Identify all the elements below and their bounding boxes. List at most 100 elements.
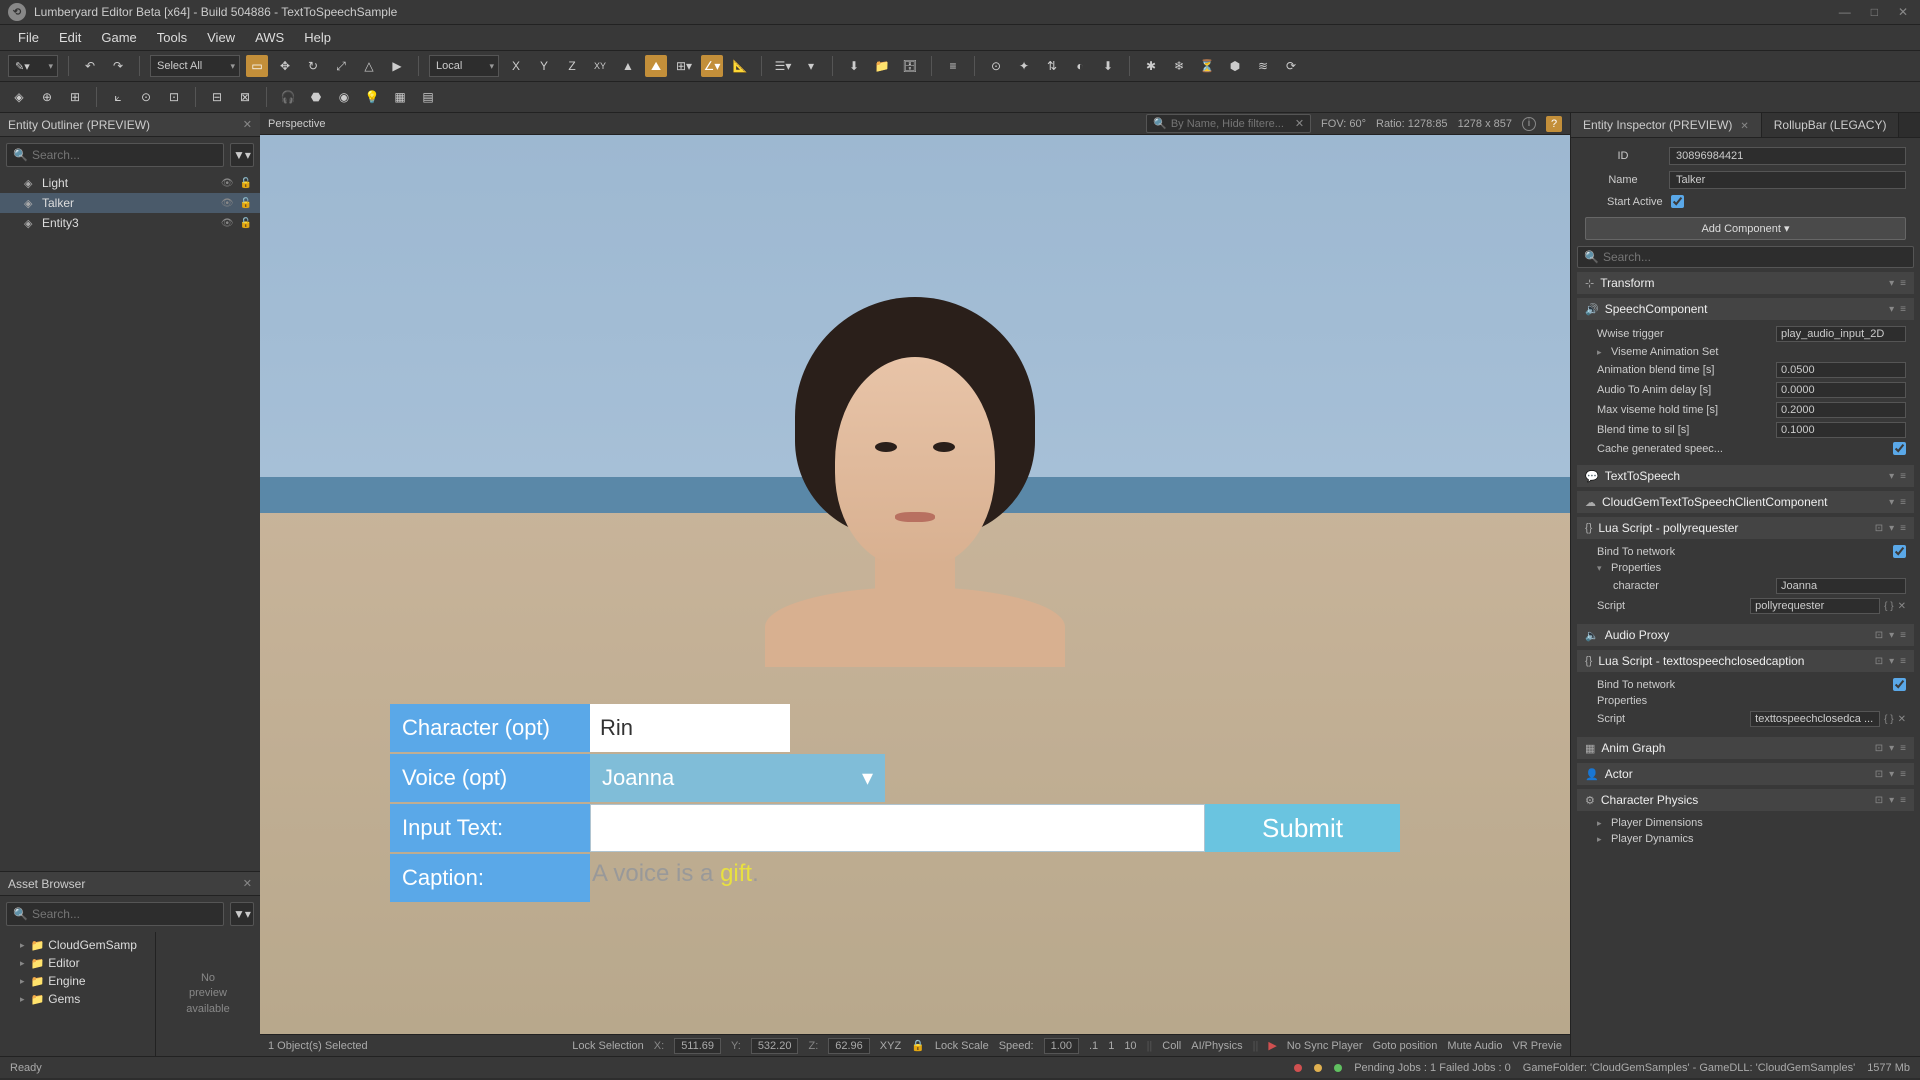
lua-character-field[interactable] (1776, 578, 1906, 594)
component-audio-proxy[interactable]: 🔈Audio Proxy⊡▾≡ (1577, 624, 1914, 646)
vr-preview[interactable]: VR Previe (1512, 1040, 1562, 1052)
tts-voice-select[interactable]: Joanna (590, 754, 885, 802)
lua-script-field[interactable] (1750, 711, 1880, 727)
asset-folder[interactable]: 📁Gems (4, 990, 151, 1008)
close-icon[interactable]: ✕ (1740, 121, 1748, 132)
tool-k[interactable]: ⟳ (1280, 55, 1302, 77)
speed-preset[interactable]: 10 (1124, 1040, 1136, 1052)
clear-icon[interactable]: ✕ (1898, 714, 1906, 725)
layers-icon[interactable]: ≡ (942, 55, 964, 77)
coord-z[interactable]: 62.96 (828, 1038, 870, 1054)
terrain-tool[interactable]: ▲ (617, 55, 639, 77)
coll-toggle[interactable]: Coll (1162, 1040, 1181, 1052)
tb2-g[interactable]: ⊟ (206, 86, 228, 108)
tb2-b[interactable]: ⊕ (36, 86, 58, 108)
tts-input-text[interactable] (590, 804, 1205, 852)
coord-space-dropdown[interactable]: Local (429, 55, 499, 77)
tool-a[interactable]: ⊙ (985, 55, 1007, 77)
rotate-tool[interactable]: ↻ (302, 55, 324, 77)
speed-preset[interactable]: 1 (1108, 1040, 1114, 1052)
component-speech[interactable]: 🔊SpeechComponent▾≡ (1577, 298, 1914, 320)
clear-search-icon[interactable]: ✕ (1295, 117, 1304, 130)
select-all-dropdown[interactable]: Select All (150, 55, 240, 77)
blend-sil-field[interactable] (1776, 422, 1906, 438)
info-icon[interactable]: i (1522, 117, 1536, 131)
scale-tool[interactable]: ⤢ (330, 55, 352, 77)
archive-button[interactable]: 🗄 (899, 55, 921, 77)
tool-g[interactable]: ❄ (1168, 55, 1190, 77)
play-button[interactable]: ▶ (386, 55, 408, 77)
layer-select[interactable]: ✎▾ (8, 55, 58, 77)
tool-d[interactable]: ◐ (1069, 55, 1091, 77)
goto-position[interactable]: Goto position (1373, 1040, 1438, 1052)
tb2-j[interactable]: ⬣ (305, 86, 327, 108)
component-transform[interactable]: ⊹Transform▾≡ (1577, 272, 1914, 294)
max-hold-field[interactable] (1776, 402, 1906, 418)
tts-submit-button[interactable]: Submit (1205, 804, 1400, 852)
aiphysics-toggle[interactable]: AI/Physics (1191, 1040, 1242, 1052)
coord-y[interactable]: 532.20 (751, 1038, 799, 1054)
viewport-label[interactable]: Perspective (268, 118, 325, 130)
asset-search-input[interactable] (32, 907, 217, 921)
xyz-toggle[interactable]: XYZ (880, 1040, 901, 1052)
angle-snap-button[interactable]: ∠▾ (701, 55, 723, 77)
axis-z-button[interactable]: Z (561, 55, 583, 77)
maximize-button[interactable]: □ (1867, 5, 1882, 19)
inspector-search-input[interactable] (1603, 250, 1907, 264)
redo-button[interactable]: ↷ (107, 55, 129, 77)
status-dot-ok[interactable] (1334, 1064, 1342, 1072)
id-field[interactable] (1669, 147, 1906, 165)
outliner-filter-button[interactable]: ▼▾ (230, 143, 254, 167)
expand-icon[interactable]: ▸ (1597, 818, 1607, 829)
visibility-icon[interactable]: 👁 (221, 218, 234, 229)
expand-icon[interactable]: ▾ (1597, 563, 1607, 574)
open-script-icon[interactable]: { } (1884, 714, 1893, 725)
lock-icon[interactable]: 🔒 (911, 1039, 925, 1052)
tb2-n[interactable]: ▤ (417, 86, 439, 108)
layers-button[interactable]: ▾ (800, 55, 822, 77)
component-lua-closedcaption[interactable]: {}Lua Script - texttospeechclosedcaption… (1577, 650, 1914, 672)
close-button[interactable]: ✕ (1894, 5, 1912, 19)
tool-c[interactable]: ⇅ (1041, 55, 1063, 77)
tab-rollupbar[interactable]: RollupBar (LEGACY) (1762, 113, 1900, 137)
menu-tools[interactable]: Tools (147, 27, 197, 48)
component-actor[interactable]: 👤Actor⊡▾≡ (1577, 763, 1914, 785)
grid-snap-button[interactable]: ⊞▾ (673, 55, 695, 77)
tb2-e[interactable]: ⊙ (135, 86, 157, 108)
ruler-tool[interactable]: 📐 (729, 55, 751, 77)
component-cloudgem[interactable]: ☁CloudGemTextToSpeechClientComponent▾≡ (1577, 491, 1914, 513)
tb2-a[interactable]: ◈ (8, 86, 30, 108)
tool-b[interactable]: ✦ (1013, 55, 1035, 77)
outliner-item-light[interactable]: ◈ Light 👁🔓 (0, 173, 260, 193)
visibility-icon[interactable]: 👁 (221, 198, 234, 209)
outliner-search-input[interactable] (32, 148, 217, 162)
tb2-c[interactable]: ⊞ (64, 86, 86, 108)
tb2-m[interactable]: ▦ (389, 86, 411, 108)
asset-folder[interactable]: 📁CloudGemSamp (4, 936, 151, 954)
lua-script-field[interactable] (1750, 598, 1880, 614)
axis-y-button[interactable]: Y (533, 55, 555, 77)
expand-icon[interactable]: ▸ (1597, 347, 1607, 358)
tool-i[interactable]: ⬢ (1224, 55, 1246, 77)
asset-filter-button[interactable]: ▼▾ (230, 902, 254, 926)
tool-j[interactable]: ≋ (1252, 55, 1274, 77)
lock-selection-toggle[interactable]: Lock Selection (572, 1040, 644, 1052)
select-tool[interactable]: ▭ (246, 55, 268, 77)
status-dot-warning[interactable] (1314, 1064, 1322, 1072)
speed-value[interactable]: 1.00 (1044, 1038, 1079, 1054)
tab-entity-inspector[interactable]: Entity Inspector (PREVIEW)✕ (1571, 113, 1762, 137)
lock-icon[interactable]: 🔓 (240, 218, 252, 229)
folder-button[interactable]: 📁 (871, 55, 893, 77)
start-active-checkbox[interactable] (1671, 195, 1684, 208)
menu-file[interactable]: File (8, 27, 49, 48)
outliner-item-entity3[interactable]: ◈ Entity3 👁🔓 (0, 213, 260, 233)
audio-delay-field[interactable] (1776, 382, 1906, 398)
minimize-button[interactable]: — (1835, 5, 1855, 19)
blend-time-field[interactable] (1776, 362, 1906, 378)
component-anim-graph[interactable]: ▦Anim Graph⊡▾≡ (1577, 737, 1914, 759)
mute-audio[interactable]: Mute Audio (1447, 1040, 1502, 1052)
tool-h[interactable]: ⏳ (1196, 55, 1218, 77)
bind-network-checkbox[interactable] (1893, 678, 1906, 691)
tb2-f[interactable]: ⊡ (163, 86, 185, 108)
tts-character-input[interactable] (590, 704, 790, 752)
